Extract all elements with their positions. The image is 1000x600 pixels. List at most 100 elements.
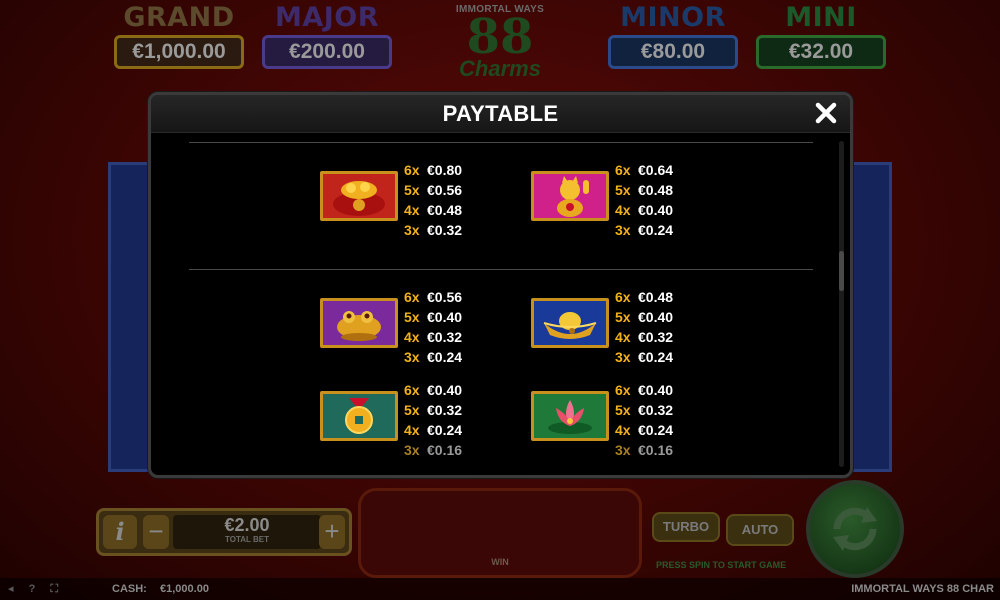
autoplay-button[interactable]: AUTO — [726, 514, 794, 546]
pay-row: 4x €0.24 — [404, 420, 462, 440]
pay-count: 5x — [615, 182, 631, 198]
paytable-entry-lotus-flower: 6x €0.40 5x €0.32 4x €0.24 3x €0.16 — [531, 380, 701, 464]
pay-row: 6x €0.40 — [404, 380, 462, 400]
pay-row: 3x €0.32 — [404, 220, 462, 240]
pay-count: 6x — [404, 162, 420, 178]
pay-row: 4x €0.24 — [615, 420, 673, 440]
pay-row: 3x €0.16 — [615, 440, 673, 460]
logo-main-text: 88 — [466, 9, 534, 65]
pay-row: 5x €0.40 — [404, 307, 462, 327]
pay-count: 4x — [615, 202, 631, 218]
pay-row: 6x €0.56 — [404, 287, 462, 307]
info-button[interactable]: i — [103, 515, 137, 549]
golden-toad-icon — [320, 298, 398, 348]
gold-bag-icon — [320, 171, 398, 221]
spin-arrows-icon — [833, 507, 877, 551]
jackpot-minor-value: €80.00 — [608, 35, 738, 69]
paytable-modal: PAYTABLE 6x €0.80 5x €0.56 4x €0.48 3x €0.32 — [148, 92, 853, 478]
lucky-cat-icon — [531, 171, 609, 221]
win-panel: WIN — [358, 488, 642, 578]
pay-amount: €0.32 — [427, 402, 463, 418]
pay-row: 4x €0.32 — [615, 327, 673, 347]
pay-row: 6x €0.80 — [404, 160, 462, 180]
pay-amount: €0.16 — [427, 442, 463, 458]
pay-count: 5x — [404, 182, 420, 198]
pay-row: 3x €0.24 — [404, 347, 462, 367]
total-bet-value: €2.00 — [224, 515, 270, 535]
pay-row: 3x €0.16 — [404, 440, 462, 460]
section-divider — [189, 142, 813, 143]
cash-label: CASH: — [112, 583, 147, 595]
pay-count: 6x — [404, 289, 420, 305]
pay-values: 6x €0.40 5x €0.32 4x €0.24 3x €0.16 — [615, 380, 673, 460]
spin-button[interactable] — [806, 480, 904, 578]
pay-amount: €0.32 — [427, 222, 463, 238]
jackpot-mini: MINI €32.00 — [756, 2, 886, 69]
pay-row: 4x €0.40 — [615, 200, 673, 220]
pay-amount: €0.40 — [638, 309, 674, 325]
reel-frame-right — [848, 162, 892, 472]
pay-values: 6x €0.48 5x €0.40 4x €0.32 3x €0.24 — [615, 287, 673, 367]
pay-count: 6x — [615, 382, 631, 398]
pay-amount: €0.48 — [638, 182, 674, 198]
pay-amount: €0.32 — [638, 329, 674, 345]
paytable-entry-lucky-cat: 6x €0.64 5x €0.48 4x €0.40 3x €0.24 — [531, 160, 701, 244]
close-icon — [815, 102, 837, 124]
pay-count: 3x — [615, 442, 631, 458]
pay-count: 3x — [404, 222, 420, 238]
pay-amount: €0.24 — [638, 222, 674, 238]
pay-count: 3x — [615, 349, 631, 365]
pay-amount: €0.32 — [638, 402, 674, 418]
pay-count: 5x — [615, 402, 631, 418]
scrollbar-thumb[interactable] — [839, 251, 844, 291]
pay-amount: €0.24 — [638, 349, 674, 365]
pay-amount: €0.24 — [427, 349, 463, 365]
pay-amount: €0.40 — [638, 382, 674, 398]
pay-values: 6x €0.64 5x €0.48 4x €0.40 3x €0.24 — [615, 160, 673, 240]
pay-values: 6x €0.80 5x €0.56 4x €0.48 3x €0.32 — [404, 160, 462, 240]
pay-row: 5x €0.32 — [615, 400, 673, 420]
jackpot-major: MAJOR €200.00 — [262, 2, 392, 69]
increase-bet-button[interactable]: + — [319, 515, 345, 549]
win-label: WIN — [491, 557, 509, 567]
pay-count: 5x — [615, 309, 631, 325]
lotus-flower-icon — [531, 391, 609, 441]
pay-count: 3x — [404, 349, 420, 365]
pay-amount: €0.56 — [427, 182, 463, 198]
pay-row: 4x €0.48 — [404, 200, 462, 220]
pay-amount: €0.32 — [427, 329, 463, 345]
system-icons[interactable]: ◂ ? ⛶ — [8, 582, 64, 596]
section-divider — [189, 269, 813, 270]
modal-header: PAYTABLE — [151, 95, 850, 133]
pay-count: 6x — [404, 382, 420, 398]
turbo-button[interactable]: TURBO — [652, 512, 720, 542]
game-logo: IMMORTAL WAYS 88 Charms — [425, 4, 575, 81]
pay-values: 6x €0.40 5x €0.32 4x €0.24 3x €0.16 — [404, 380, 462, 460]
pay-amount: €0.48 — [427, 202, 463, 218]
jackpot-minor-title: MINOR — [620, 2, 726, 33]
pay-row: 5x €0.32 — [404, 400, 462, 420]
decrease-bet-button[interactable]: − — [143, 515, 169, 549]
pay-amount: €0.24 — [427, 422, 463, 438]
pay-amount: €0.40 — [427, 309, 463, 325]
logo-sub-text: Charms — [459, 56, 541, 81]
jackpot-mini-value: €32.00 — [756, 35, 886, 69]
pay-count: 4x — [404, 422, 420, 438]
jackpot-minor: MINOR €80.00 — [608, 2, 738, 69]
paytable-entry-gold-coin: 6x €0.40 5x €0.32 4x €0.24 3x €0.16 — [320, 380, 490, 464]
pay-row: 6x €0.64 — [615, 160, 673, 180]
jackpot-major-value: €200.00 — [262, 35, 392, 69]
paytable-scrollbar[interactable] — [839, 141, 844, 467]
game-title: IMMORTAL WAYS 88 CHAR — [851, 583, 994, 595]
jackpot-grand-value: €1,000.00 — [114, 35, 244, 69]
pay-amount: €0.48 — [638, 289, 674, 305]
jackpot-grand: GRAND €1,000.00 — [114, 2, 244, 69]
pay-count: 4x — [404, 329, 420, 345]
pay-count: 3x — [404, 442, 420, 458]
modal-title: PAYTABLE — [442, 101, 559, 126]
jackpot-major-title: MAJOR — [274, 2, 380, 33]
pay-amount: €0.40 — [638, 202, 674, 218]
close-button[interactable] — [812, 99, 840, 127]
pay-row: 3x €0.24 — [615, 220, 673, 240]
press-spin-message: PRESS SPIN TO START GAME — [656, 560, 787, 570]
